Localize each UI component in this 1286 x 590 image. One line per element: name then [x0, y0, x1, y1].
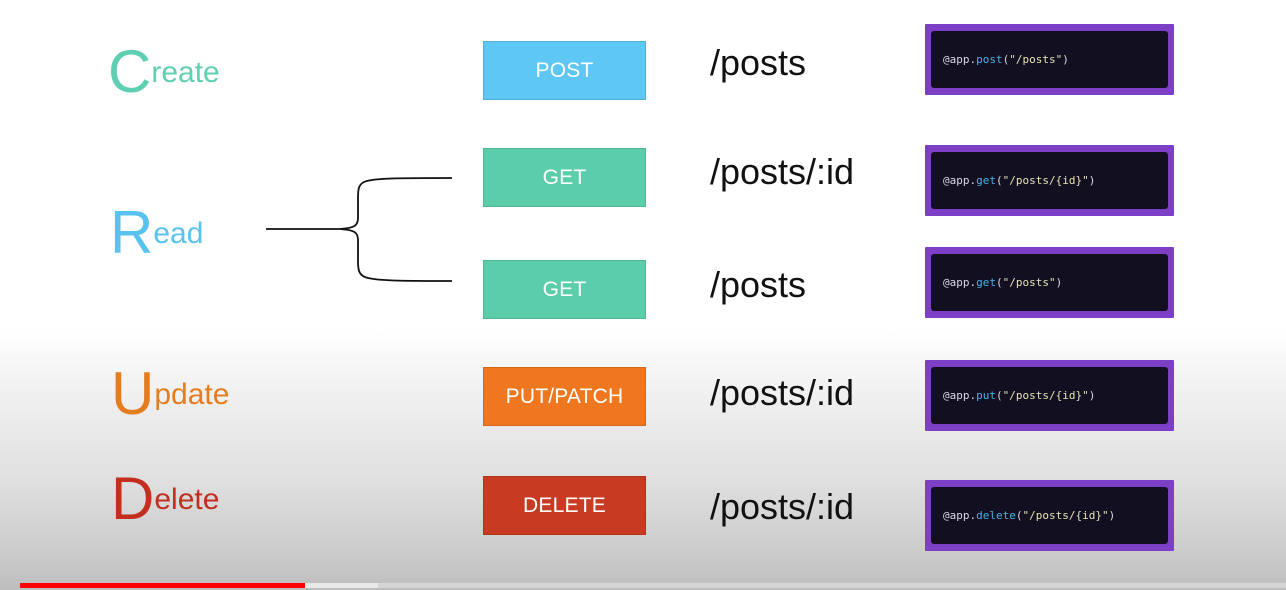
method-box-get-by-id: GET — [483, 148, 646, 207]
code-snippet-put: @app. put("/posts/{id}") — [925, 360, 1174, 431]
code-close-paren: ) — [1088, 174, 1096, 187]
code-arg: "/posts/{id}" — [1002, 174, 1089, 187]
code-arg: "/posts" — [1009, 53, 1063, 66]
code-fn: get — [976, 276, 996, 289]
read-brace — [266, 177, 453, 282]
crud-create-label: C reate — [108, 42, 220, 102]
progress-played — [20, 583, 305, 588]
code-open-paren: ( — [996, 174, 1003, 187]
code-snippet-delete: @app. delete("/posts/{id}") — [925, 480, 1174, 551]
code-prefix: @app. — [943, 276, 977, 289]
crud-update-label: U pdate — [111, 364, 229, 424]
code-arg: "/posts" — [1002, 276, 1056, 289]
code-fn: get — [976, 174, 996, 187]
code-line: @app. get("/posts/{id}") — [931, 152, 1168, 209]
video-progress-bar[interactable] — [20, 583, 1286, 588]
path-update: /posts/:id — [710, 372, 855, 413]
delete-initial: D — [111, 465, 154, 532]
code-open-paren: ( — [996, 389, 1003, 402]
path-read-by-id: /posts/:id — [710, 151, 855, 192]
update-rest: pdate — [154, 378, 230, 411]
crud-read-label: R ead — [110, 203, 203, 263]
create-initial: C — [108, 38, 151, 105]
code-line: @app. delete("/posts/{id}") — [931, 487, 1168, 544]
code-arg: "/posts/{id}" — [1022, 509, 1109, 522]
code-close-paren: ) — [1062, 53, 1069, 66]
code-snippet-post: @app. post("/posts") — [925, 24, 1174, 95]
path-delete: /posts/:id — [710, 486, 855, 527]
method-box-get-all: GET — [483, 260, 646, 319]
crud-delete-label: D elete — [111, 469, 219, 529]
code-close-paren: ) — [1108, 509, 1116, 522]
code-line: @app. put("/posts/{id}") — [931, 367, 1168, 424]
method-box-delete: DELETE — [483, 476, 646, 535]
code-open-paren: ( — [1015, 509, 1023, 522]
code-open-paren: ( — [996, 276, 1003, 289]
read-rest: ead — [153, 217, 204, 250]
delete-rest: elete — [154, 483, 220, 516]
method-box-put-patch: PUT/PATCH — [483, 367, 646, 426]
code-fn: put — [976, 389, 996, 402]
update-initial: U — [111, 360, 154, 427]
code-open-paren: ( — [1002, 53, 1010, 66]
code-fn: delete — [976, 509, 1016, 522]
create-rest: reate — [151, 56, 220, 89]
method-box-post: POST — [483, 41, 646, 100]
code-arg: "/posts/{id}" — [1002, 389, 1089, 402]
code-prefix: @app. — [943, 389, 977, 402]
code-snippet-get-by-id: @app. get("/posts/{id}") — [925, 145, 1174, 216]
code-prefix: @app. — [943, 509, 977, 522]
code-prefix: @app. — [943, 53, 977, 66]
code-close-paren: ) — [1055, 276, 1063, 289]
code-close-paren: ) — [1088, 389, 1096, 402]
path-create: /posts — [710, 42, 807, 83]
path-read-all: /posts — [710, 264, 807, 305]
code-line: @app. post("/posts") — [931, 31, 1168, 88]
code-prefix: @app. — [943, 174, 977, 187]
code-fn: post — [976, 53, 1003, 66]
read-initial: R — [110, 199, 153, 266]
code-snippet-get-all: @app. get("/posts") — [925, 247, 1174, 318]
code-line: @app. get("/posts") — [931, 254, 1168, 311]
